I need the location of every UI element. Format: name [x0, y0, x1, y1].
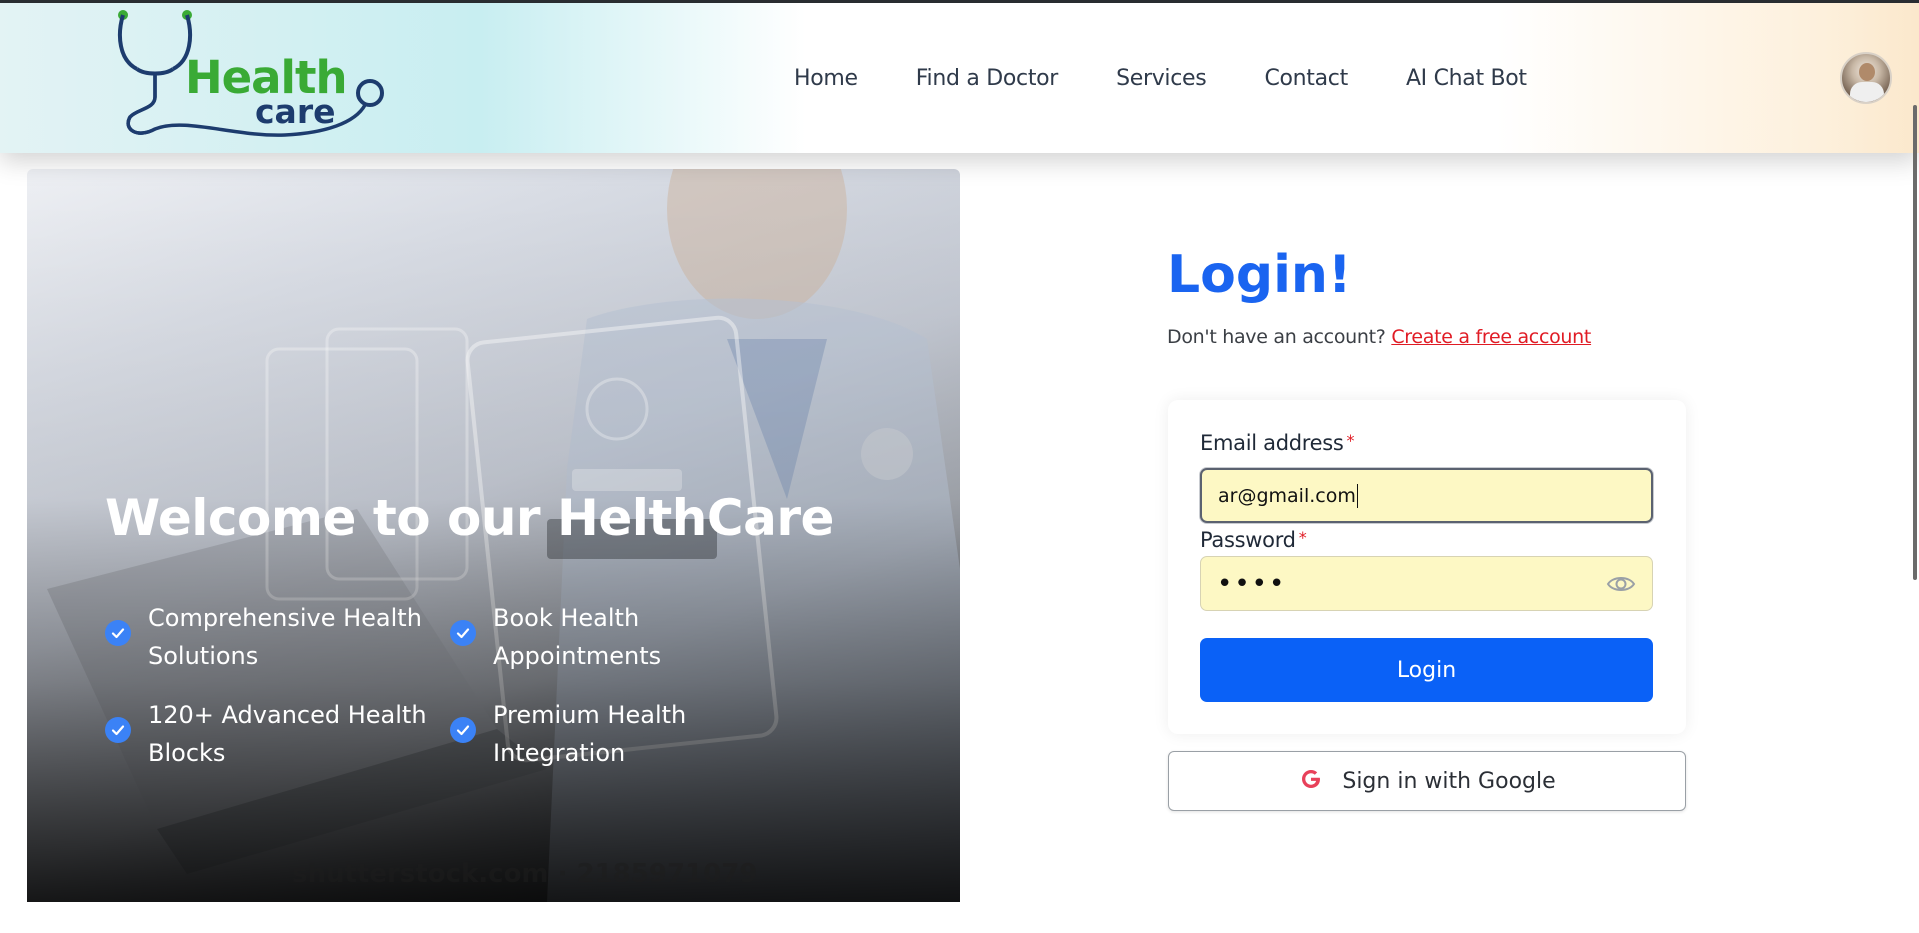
- feature-item: Comprehensive Health Solutions: [105, 599, 422, 675]
- google-signin-button[interactable]: Sign in with Google: [1168, 751, 1686, 811]
- feature-item: Book Health Appointments: [450, 599, 661, 675]
- feature-line: Blocks: [148, 739, 226, 767]
- feature-line: Appointments: [493, 642, 662, 670]
- feature-text: Book Health Appointments: [493, 599, 661, 675]
- feature-line: Comprehensive Health: [148, 604, 422, 632]
- feature-text: Premium Health Integration: [493, 696, 686, 772]
- feature-item: 120+ Advanced Health Blocks: [105, 696, 427, 772]
- google-signin-label: Sign in with Google: [1342, 768, 1556, 794]
- user-avatar[interactable]: [1840, 52, 1892, 104]
- feature-item: Premium Health Integration: [450, 696, 686, 772]
- nav-home[interactable]: Home: [794, 66, 858, 91]
- text-caret: [1356, 483, 1358, 508]
- password-field[interactable]: ••••: [1200, 556, 1653, 611]
- email-field[interactable]: ar@gmail.com: [1200, 468, 1653, 523]
- password-value: ••••: [1217, 568, 1287, 599]
- check-icon: [450, 717, 476, 743]
- email-label: Email address *: [1200, 431, 1355, 455]
- password-label-text: Password: [1200, 528, 1296, 552]
- feature-line: Solutions: [148, 642, 259, 670]
- feature-line: 120+ Advanced Health: [148, 701, 427, 729]
- create-account-link[interactable]: Create a free account: [1391, 326, 1591, 348]
- google-icon: [1298, 766, 1324, 797]
- logo[interactable]: Health care: [115, 5, 384, 145]
- nav-find-a-doctor[interactable]: Find a Doctor: [916, 66, 1059, 91]
- login-button[interactable]: Login: [1200, 638, 1653, 702]
- feature-text: 120+ Advanced Health Blocks: [148, 696, 427, 772]
- required-asterisk: *: [1298, 528, 1307, 547]
- hero-title: Welcome to our HelthCare: [105, 489, 834, 547]
- signup-prompt-text: Don't have an account?: [1167, 326, 1392, 348]
- main-nav: Home Find a Doctor Services Contact AI C…: [794, 66, 1585, 91]
- email-label-text: Email address: [1200, 431, 1344, 455]
- required-asterisk: *: [1346, 431, 1355, 450]
- avatar-body: [1850, 82, 1884, 102]
- nav-services[interactable]: Services: [1116, 66, 1207, 91]
- logo-word-care: care: [255, 92, 336, 131]
- password-label: Password *: [1200, 528, 1307, 552]
- feature-text: Comprehensive Health Solutions: [148, 599, 422, 675]
- check-icon: [105, 717, 131, 743]
- check-icon: [450, 620, 476, 646]
- hero-panel: Welcome to our HelthCare Comprehensive H…: [27, 169, 960, 902]
- login-form-card: Email address * ar@gmail.com Password * ••…: [1168, 400, 1686, 734]
- feature-line: Integration: [493, 739, 626, 767]
- eye-icon[interactable]: [1606, 572, 1636, 601]
- feature-line: Book Health: [493, 604, 640, 632]
- avatar-face: [1859, 63, 1875, 81]
- login-title: Login!: [1167, 245, 1352, 305]
- nav-ai-chat-bot[interactable]: AI Chat Bot: [1406, 66, 1527, 91]
- page-scrollbar[interactable]: [1913, 105, 1917, 580]
- feature-line: Premium Health: [493, 701, 687, 729]
- check-icon: [105, 620, 131, 646]
- signup-prompt: Don't have an account? Create a free acc…: [1167, 326, 1591, 348]
- site-header: Health care Home Find a Doctor Services …: [0, 3, 1919, 153]
- image-watermark: shutterstock.com · 2185971079: [292, 859, 758, 889]
- nav-contact[interactable]: Contact: [1264, 66, 1348, 91]
- email-value: ar@gmail.com: [1218, 484, 1356, 507]
